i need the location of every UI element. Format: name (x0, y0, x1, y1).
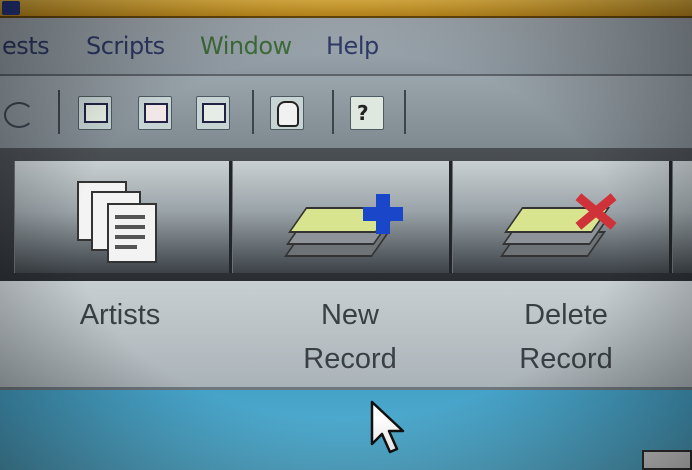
toolbar-separator (404, 90, 406, 134)
delete-record-label-line1: Delete (524, 299, 608, 331)
note-edit-button[interactable] (138, 96, 172, 130)
new-record-button[interactable] (232, 161, 452, 273)
delete-record-button[interactable] (452, 161, 672, 273)
note-list-icon (202, 103, 226, 123)
artists-label[interactable]: Artists (20, 293, 220, 337)
navigation-button-bar (0, 151, 692, 281)
title-bar (0, 0, 692, 18)
menu-window[interactable]: Window (200, 32, 292, 60)
menu-requests[interactable]: ests (2, 32, 50, 60)
note-icon (84, 103, 108, 123)
toolbar-separator (58, 90, 60, 134)
app-icon (2, 1, 20, 15)
next-button-partial[interactable] (672, 161, 692, 273)
delete-record-label-line2: Record (519, 343, 613, 375)
mouse-pointer-icon (370, 400, 405, 454)
toolbar-separator (332, 90, 334, 134)
new-record-label-line2: Record (303, 343, 397, 375)
help-button[interactable]: ? (350, 96, 384, 130)
button-labels-bar: Artists New Record Delete Record (0, 281, 692, 390)
menu-help[interactable]: Help (326, 32, 379, 60)
toolbar-separator (252, 90, 254, 134)
app-window: ests Scripts Window Help ? Artists New R… (0, 0, 692, 470)
menu-scripts[interactable]: Scripts (86, 32, 165, 60)
hand-button[interactable] (270, 96, 304, 130)
artists-label-line1: Artists (79, 299, 161, 331)
artists-button[interactable] (14, 161, 232, 273)
hand-icon (277, 101, 299, 127)
curl-icon[interactable] (4, 102, 34, 128)
note-button[interactable] (78, 96, 112, 130)
note-list-button[interactable] (196, 96, 230, 130)
new-record-label[interactable]: New Record (250, 293, 450, 381)
menu-bar: ests Scripts Window Help (0, 18, 692, 76)
help-icon: ? (357, 101, 369, 125)
new-record-label-line1: New (320, 299, 379, 331)
icon-toolbar: ? (0, 76, 692, 151)
note-edit-icon (144, 103, 168, 123)
scroll-corner (642, 450, 692, 470)
content-area[interactable] (0, 390, 692, 470)
delete-record-label[interactable]: Delete Record (466, 293, 666, 381)
